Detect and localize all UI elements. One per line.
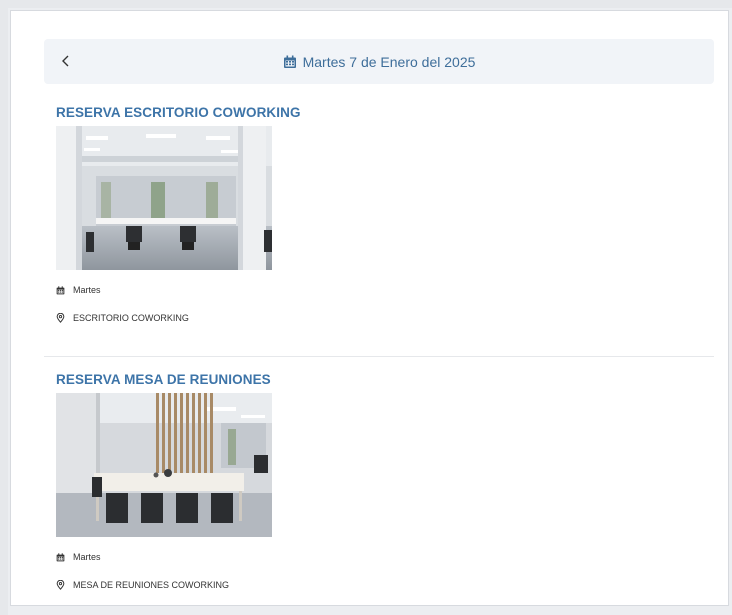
back-button[interactable] [54, 49, 78, 73]
reservation-item-meeting-table[interactable]: RESERVA MESA DE REUNIONES Martes MESA DE… [56, 372, 696, 592]
date-title: Martes 7 de Enero del 2025 [44, 54, 714, 70]
reservation-day: Martes [56, 283, 696, 297]
page-background: Martes 7 de Enero del 2025 RESERVA ESCRI… [8, 8, 732, 615]
reservation-location-text: MESA DE REUNIONES COWORKING [73, 580, 230, 590]
map-pin-icon [56, 580, 65, 590]
calendar-icon [56, 552, 65, 561]
date-title-text: Martes 7 de Enero del 2025 [302, 53, 476, 70]
reservation-location-text: ESCRITORIO COWORKING [73, 313, 189, 323]
calendar-icon [56, 285, 65, 294]
chevron-left-icon [62, 55, 69, 67]
calendar-icon [283, 55, 296, 68]
reservation-item-coworking-desk[interactable]: RESERVA ESCRITORIO COWORKING Martes ESCR… [56, 105, 696, 325]
reservation-location: MESA DE REUNIONES COWORKING [56, 578, 696, 592]
meeting-table-photo [56, 393, 272, 537]
map-pin-icon [56, 313, 65, 323]
reservation-day-text: Martes [73, 552, 101, 562]
reservation-location: ESCRITORIO COWORKING [56, 311, 696, 325]
reservation-title[interactable]: RESERVA MESA DE REUNIONES [56, 372, 696, 387]
coworking-desk-photo [56, 126, 272, 270]
date-header: Martes 7 de Enero del 2025 [44, 39, 714, 84]
reservation-day: Martes [56, 550, 696, 564]
reservation-title[interactable]: RESERVA ESCRITORIO COWORKING [56, 105, 696, 120]
reservations-card: Martes 7 de Enero del 2025 RESERVA ESCRI… [10, 10, 729, 606]
reservation-day-text: Martes [73, 285, 101, 295]
section-divider [44, 356, 714, 357]
